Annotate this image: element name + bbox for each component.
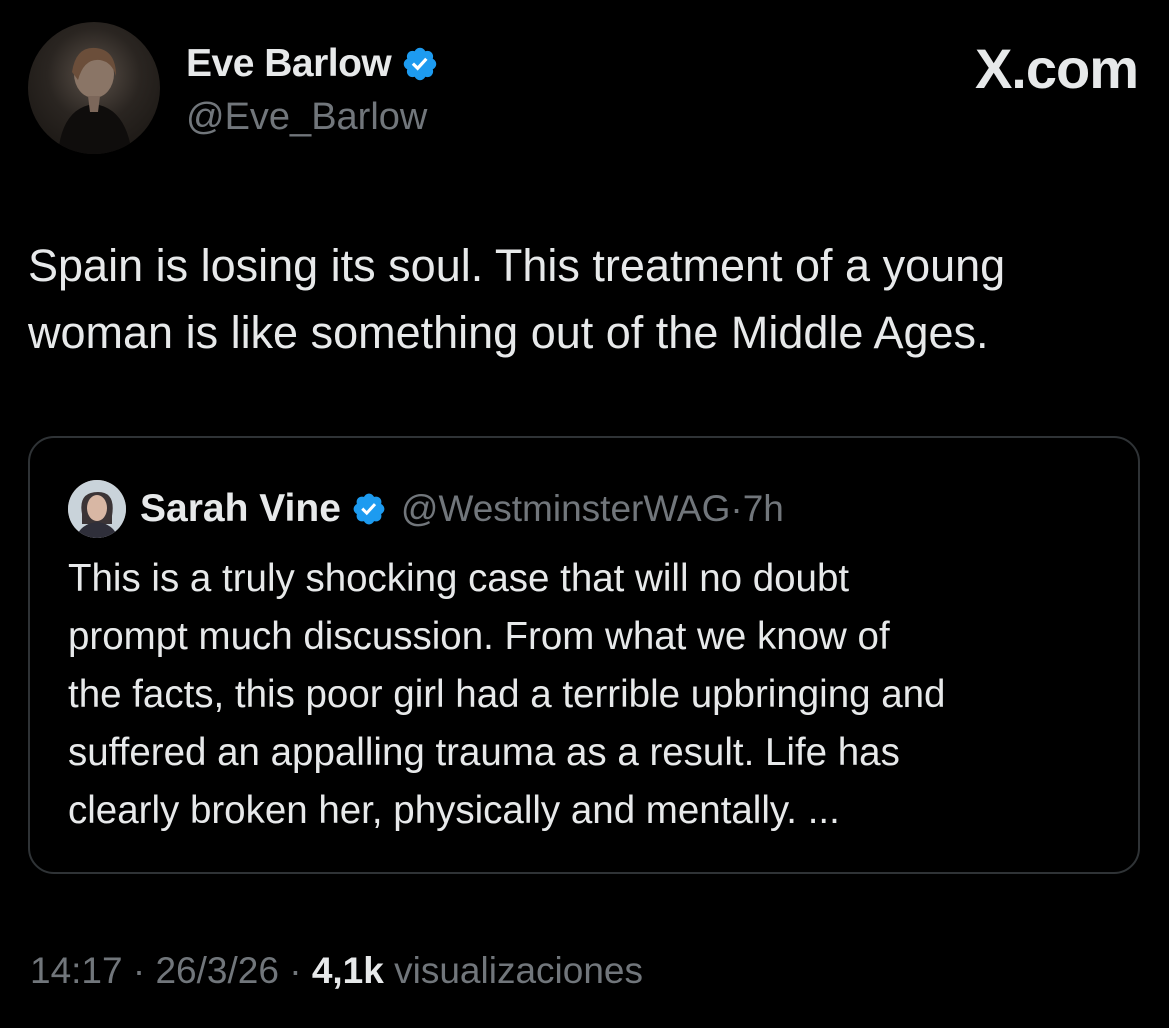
quoted-line: clearly broken her, physically and menta… [68, 789, 840, 832]
quoted-line: suffered an appalling trauma as a result… [68, 731, 900, 774]
quoted-tweet-body: This is a truly shocking case that will … [68, 550, 1128, 840]
tweet-meta: 14:17 · 26/3/26 · 4,1k visualizaciones [30, 950, 643, 992]
dot-separator: · [730, 488, 743, 529]
quoted-line: the facts, this poor girl had a terrible… [68, 673, 946, 716]
quoted-tweet-card[interactable]: Sarah Vine @WestminsterWAG·7h This is a … [28, 436, 1140, 874]
post-date[interactable]: 26/3/26 [155, 950, 278, 991]
verified-badge-icon [404, 47, 437, 81]
verified-badge-icon [353, 493, 385, 525]
quoted-time: 7h [742, 488, 784, 529]
quoted-author-name[interactable]: Sarah Vine [140, 487, 341, 531]
quoted-line: prompt much discussion. From what we kno… [68, 615, 890, 658]
tweet-line: Spain is losing its soul. This treatment… [28, 240, 1006, 291]
author-handle[interactable]: @Eve_Barlow [186, 96, 427, 139]
quoted-author-handle-and-time[interactable]: @WestminsterWAG·7h [401, 488, 784, 530]
author-display-name[interactable]: Eve Barlow [186, 42, 392, 86]
dot-separator: · [289, 950, 302, 991]
dot-separator: · [132, 950, 146, 991]
tweet-line: woman is like something out of the Middl… [28, 307, 989, 358]
author-avatar[interactable] [28, 22, 160, 154]
quoted-author-avatar[interactable] [68, 480, 126, 538]
author-name-row: Eve Barlow [186, 42, 439, 86]
quoted-author-handle: @WestminsterWAG [400, 488, 731, 529]
brand-text: X.com [974, 37, 1139, 100]
tweet-header: Eve Barlow @Eve_Barlow X.com [28, 22, 1140, 158]
views-count[interactable]: 4,1k [312, 950, 384, 991]
tweet-body: Spain is losing its soul. This treatment… [28, 232, 1148, 366]
x-com-logo: X.com [974, 36, 1139, 101]
post-time[interactable]: 14:17 [30, 950, 123, 991]
quoted-line: This is a truly shocking case that will … [68, 557, 850, 600]
views-label[interactable]: visualizaciones [394, 950, 643, 991]
quoted-tweet-header: Sarah Vine @WestminsterWAG·7h [68, 480, 784, 538]
